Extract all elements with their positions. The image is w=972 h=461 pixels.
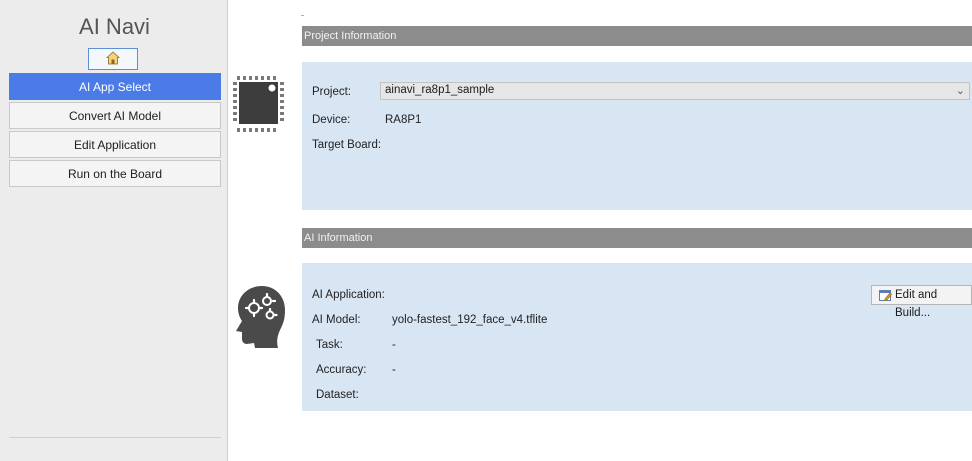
project-info-header: Project Information	[302, 26, 972, 46]
device-label: Device:	[312, 114, 351, 126]
task-value: -	[392, 339, 396, 351]
home-icon	[106, 51, 120, 65]
main-content: Project Information Project: ainavi_ra8p…	[228, 0, 972, 461]
ai-model-value: yolo-fastest_192_face_v4.tflite	[392, 314, 548, 326]
nav-convert-ai-model[interactable]: Convert AI Model	[9, 102, 221, 129]
ai-info-panel: AI Application: Edit and Build... AI Mod…	[302, 263, 972, 411]
ai-application-label: AI Application:	[312, 289, 385, 301]
nav-run-on-board[interactable]: Run on the Board	[9, 160, 221, 187]
accuracy-value: -	[392, 364, 396, 376]
dataset-label: Dataset:	[316, 389, 359, 401]
divider-tick	[301, 15, 304, 16]
nav-edit-application[interactable]: Edit Application	[9, 131, 221, 158]
home-button[interactable]	[88, 48, 138, 70]
device-value: RA8P1	[385, 114, 422, 126]
sidebar: AI Navi AI App Select Convert AI Model E…	[0, 0, 228, 461]
edit-build-icon	[879, 290, 892, 301]
sidebar-nav: AI App Select Convert AI Model Edit Appl…	[9, 73, 221, 189]
sidebar-title: AI Navi	[79, 14, 150, 39]
sidebar-divider	[9, 437, 221, 438]
brain-gear-icon	[236, 286, 285, 348]
project-select[interactable]: ainavi_ra8p1_sample ⌄	[380, 82, 970, 100]
chip-icon	[233, 76, 284, 132]
accuracy-label: Accuracy:	[316, 364, 367, 376]
ai-info-header: AI Information	[302, 228, 972, 248]
ai-model-label: AI Model:	[312, 314, 361, 326]
project-label: Project:	[312, 86, 351, 98]
target-board-label: Target Board:	[312, 139, 382, 151]
edit-and-build-label: Edit and Build...	[895, 289, 938, 319]
task-label: Task:	[316, 339, 343, 351]
edit-and-build-button[interactable]: Edit and Build...	[871, 285, 972, 319]
project-select-value: ainavi_ra8p1_sample	[385, 84, 495, 96]
chevron-down-icon: ⌄	[955, 85, 965, 97]
project-info-panel: Project: ainavi_ra8p1_sample ⌄ Device: R…	[302, 62, 972, 210]
nav-ai-app-select[interactable]: AI App Select	[9, 73, 221, 100]
